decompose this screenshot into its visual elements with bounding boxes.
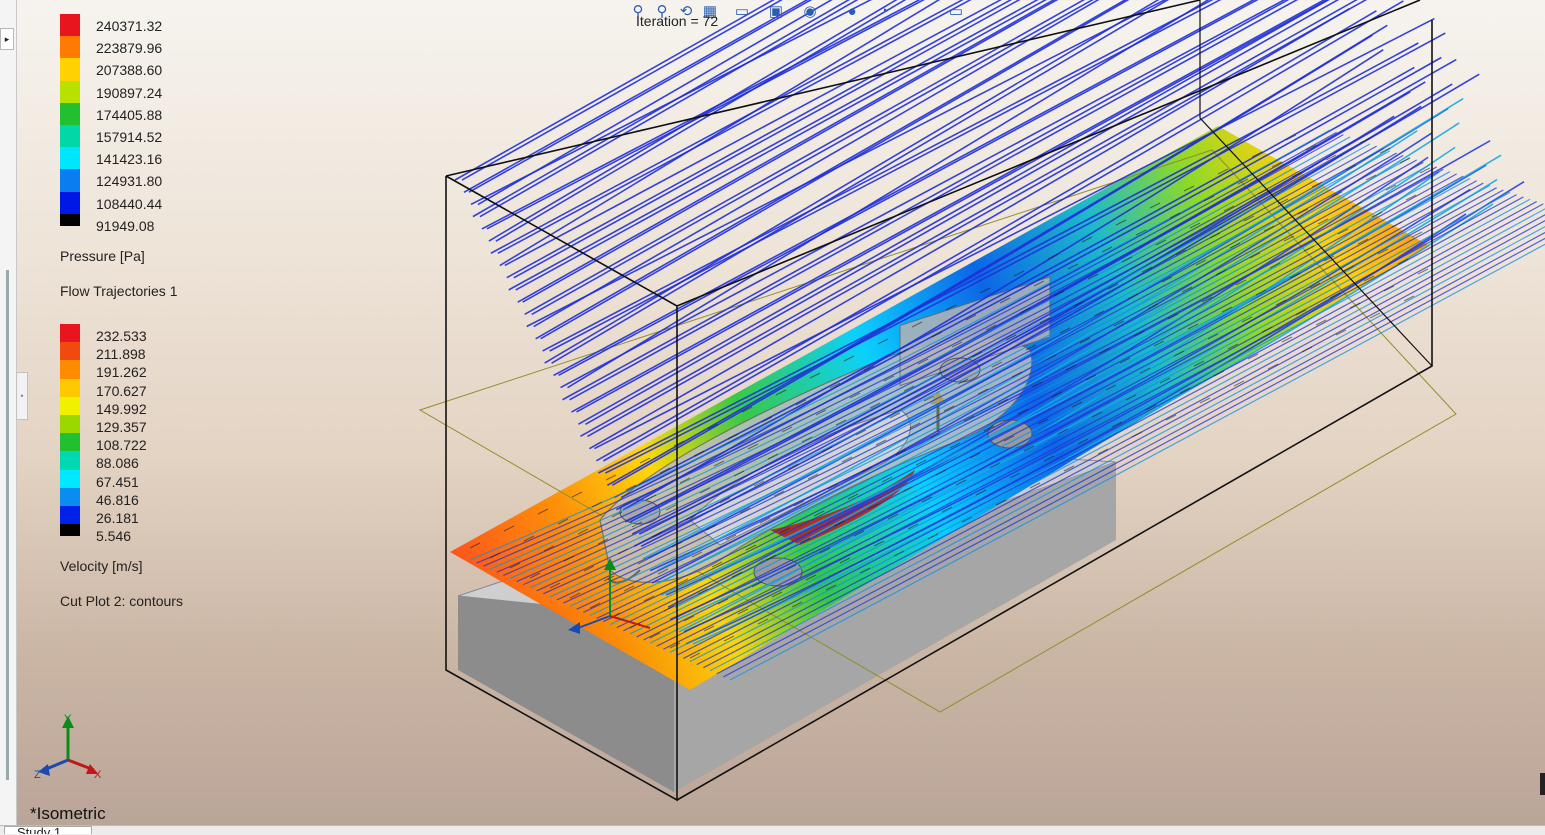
velocity-color-swatch	[60, 342, 80, 361]
cut-vector	[1349, 302, 1361, 309]
pressure-color-swatch	[60, 36, 80, 59]
pressure-color-bar	[60, 14, 80, 226]
velocity-value-label: 149.992	[96, 400, 147, 417]
pane-splitter-handle[interactable]: •	[16, 372, 28, 420]
pressure-color-swatch	[60, 80, 80, 103]
velocity-color-swatch	[60, 505, 80, 525]
view-settings-icon[interactable]: ▭	[946, 2, 966, 22]
cut-vector	[1359, 137, 1371, 144]
velocity-color-swatch	[60, 469, 80, 488]
velocity-color-bar	[60, 324, 80, 537]
velocity-value-label: 232.533	[96, 328, 147, 344]
view-orientation-name: *Isometric	[30, 804, 106, 823]
pressure-color-swatch	[60, 102, 80, 125]
velocity-color-swatch	[60, 414, 80, 434]
pressure-color-swatch	[60, 191, 80, 214]
view-orientation-icon[interactable]: ▭	[732, 2, 752, 22]
velocity-value-label: 88.086	[96, 455, 139, 472]
pressure-value-label: 174405.88	[96, 106, 163, 123]
apply-scene-icon[interactable]: ◔	[874, 2, 894, 22]
cut-vector	[1391, 221, 1403, 228]
velocity-color-swatch	[60, 360, 80, 379]
cut-vector	[1097, 448, 1109, 455]
velocity-color-swatch	[60, 378, 80, 397]
cut-vector	[1345, 164, 1357, 171]
pressure-value-label: 207388.60	[96, 62, 163, 79]
flow-trajectories-label: Flow Trajectories 1	[60, 283, 178, 299]
pressure-value-label: 190897.24	[96, 84, 163, 101]
cut-vector	[1301, 346, 1313, 353]
hide-show-items-icon[interactable]: ◉	[800, 2, 820, 22]
expand-manager-button[interactable]: ▸	[0, 28, 14, 50]
pressure-color-swatch	[60, 14, 80, 37]
velocity-color-swatch	[60, 324, 80, 343]
velocity-value-label: 67.451	[96, 473, 139, 490]
triad-z-label: Z	[34, 769, 41, 781]
pressure-color-swatch	[60, 213, 80, 226]
velocity-color-swatch	[60, 524, 80, 537]
velocity-value-label: 26.181	[96, 510, 139, 526]
pressure-color-swatch	[60, 58, 80, 81]
velocity-legend-title: Velocity [m/s]	[60, 558, 143, 574]
velocity-value-label: 211.898	[96, 346, 146, 363]
velocity-value-label: 108.722	[96, 437, 147, 454]
manager-pane-strip: ▸	[0, 0, 17, 834]
reference-triad: Y X Z	[34, 713, 102, 781]
velocity-color-swatch	[60, 396, 80, 415]
cut-vector	[1383, 285, 1395, 292]
cut-vector	[1131, 431, 1143, 438]
pressure-value-label: 91949.08	[96, 217, 155, 234]
velocity-value-label: 170.627	[96, 382, 147, 399]
pressure-value-label: 157914.52	[96, 129, 163, 145]
pressure-color-swatch	[60, 147, 80, 170]
velocity-value-label: 191.262	[96, 364, 147, 381]
triad-x-label: X	[94, 769, 102, 781]
pressure-value-label: 108440.44	[96, 195, 163, 212]
velocity-value-label: 46.816	[96, 491, 139, 508]
study-tab[interactable]: Study 1	[4, 826, 92, 834]
splitter-line	[6, 270, 9, 780]
pressure-value-label: 124931.80	[96, 173, 163, 190]
pressure-value-label: 223879.96	[96, 40, 163, 57]
velocity-value-label: 5.546	[96, 528, 132, 545]
pressure-color-swatch	[60, 124, 80, 148]
cut-plot-label: Cut Plot 2: contours	[60, 593, 183, 609]
velocity-value-label: 129.357	[96, 419, 147, 435]
graphics-viewport[interactable]	[0, 0, 1545, 834]
velocity-color-swatch	[60, 487, 80, 506]
iteration-label: Iteration = 72	[636, 13, 719, 29]
triad-y-label: Y	[64, 713, 72, 725]
pressure-legend-title: Pressure [Pa]	[60, 248, 145, 264]
scrollbar-thumb[interactable]	[1540, 773, 1545, 795]
pressure-color-swatch	[60, 169, 80, 192]
edit-appearance-icon[interactable]: ●	[842, 2, 862, 22]
display-style-icon[interactable]: ▣	[766, 2, 786, 22]
pressure-value-label: 141423.16	[96, 151, 163, 168]
pressure-value-label: 240371.32	[96, 18, 163, 34]
velocity-color-swatch	[60, 451, 80, 470]
velocity-color-swatch	[60, 433, 80, 452]
